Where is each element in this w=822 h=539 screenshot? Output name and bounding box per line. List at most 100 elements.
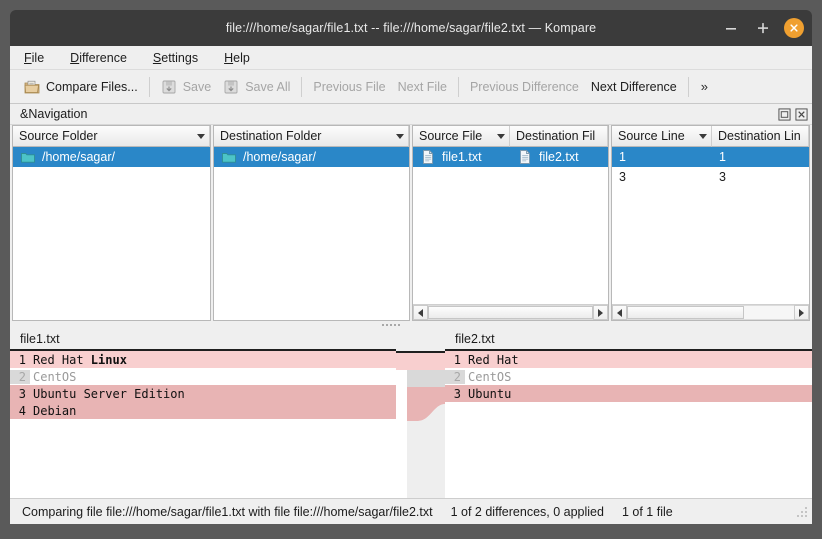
column-header-destination-file[interactable]: Destination Fil — [510, 126, 608, 147]
sort-descending-icon — [197, 133, 205, 139]
connector-band-change — [396, 353, 445, 370]
next-difference-button[interactable]: Next Difference — [585, 77, 683, 97]
previous-difference-label: Previous Difference — [469, 79, 579, 94]
previous-file-button[interactable]: Previous File — [307, 77, 391, 97]
arrow-left-icon — [418, 308, 423, 317]
close-button[interactable] — [784, 18, 804, 38]
grip-dot — [390, 324, 392, 326]
source-folder-cell: /home/sagar/ — [13, 149, 210, 165]
save-button[interactable]: Save — [155, 76, 218, 98]
next-file-button[interactable]: Next File — [392, 77, 453, 97]
navigation-title: &Navigation — [20, 107, 88, 121]
navigation-dock: &Navigation Source Folder /home/sagar/ D… — [10, 104, 812, 321]
toolbar-separator-3 — [457, 76, 459, 97]
status-bar: Comparing file file:///home/sagar/file1.… — [10, 498, 812, 524]
close-dock-button[interactable] — [794, 107, 808, 121]
arrow-right-icon — [799, 308, 804, 317]
line-text-highlight: Linux — [90, 352, 127, 367]
grip-dot — [394, 324, 396, 326]
menu-file-accel: F — [24, 50, 32, 65]
arrow-left-icon — [617, 308, 622, 317]
source-line-cell: 3 — [612, 170, 712, 184]
diff-pane-destination-body[interactable]: 1 Red Hat 2 CentOS 3 Ubuntu — [445, 351, 812, 513]
close-icon — [790, 24, 798, 32]
column-header-source-folder[interactable]: Source Folder — [13, 126, 210, 147]
menu-settings[interactable]: Settings — [153, 51, 198, 65]
source-line-value: 3 — [619, 170, 626, 184]
source-file-cell: file1.txt — [413, 149, 510, 165]
text-file-icon — [520, 150, 530, 164]
diff-line: 2 CentOS — [10, 368, 396, 385]
table-row[interactable]: 1 1 — [612, 147, 809, 167]
files-panel: Source File Destination Fil file1.txt fi… — [412, 125, 609, 321]
plus-icon — [758, 23, 768, 34]
line-text: CentOS — [468, 369, 512, 384]
scroll-right-button[interactable] — [794, 305, 809, 320]
maximize-button[interactable] — [752, 17, 774, 39]
scroll-trough[interactable] — [627, 305, 794, 320]
destination-folder-cell: /home/sagar/ — [214, 149, 409, 165]
close-panel-icon — [794, 107, 808, 121]
diff-line: 1 Red Hat Linux — [10, 351, 396, 368]
connector-band-unchanged-left — [396, 370, 407, 387]
scroll-thumb[interactable] — [627, 306, 744, 319]
grip-dot — [382, 324, 384, 326]
lines-horizontal-scrollbar[interactable] — [612, 304, 809, 320]
list-item[interactable]: /home/sagar/ — [13, 147, 210, 167]
column-header-destination-line[interactable]: Destination Lin — [712, 126, 809, 147]
previous-difference-button[interactable]: Previous Difference — [464, 77, 585, 97]
undock-button[interactable] — [777, 107, 791, 121]
folder-icon — [21, 153, 35, 163]
toolbar-separator-1 — [148, 76, 150, 97]
minimize-icon — [726, 28, 736, 30]
lines-list[interactable]: 1 1 3 3 — [612, 147, 809, 304]
source-folder-header-row: Source Folder — [13, 126, 210, 147]
menu-settings-label: ettings — [161, 50, 199, 65]
menu-help[interactable]: Help — [224, 51, 250, 65]
lines-panel: Source Line Destination Lin 1 1 3 3 — [611, 125, 810, 321]
compare-files-label: Compare Files... — [46, 79, 138, 94]
table-row[interactable]: file1.txt file2.txt — [413, 147, 608, 167]
connector-header-gap — [396, 329, 445, 351]
save-all-button[interactable]: Save All — [217, 76, 296, 98]
text-file-icon — [423, 150, 433, 164]
line-text: CentOS — [33, 369, 77, 384]
column-header-source-line[interactable]: Source Line — [612, 126, 712, 147]
menu-difference[interactable]: Difference — [70, 51, 127, 65]
scroll-left-button[interactable] — [612, 305, 627, 320]
destination-folder-header-row: Destination Folder — [214, 126, 409, 147]
menu-file[interactable]: File — [24, 51, 44, 65]
scroll-left-button[interactable] — [413, 305, 428, 320]
column-header-source-folder-label: Source Folder — [19, 129, 98, 143]
files-horizontal-scrollbar[interactable] — [413, 304, 608, 320]
connector-band-unchanged — [407, 370, 445, 387]
toolbar-overflow-button[interactable]: » — [694, 76, 715, 97]
compare-files-button[interactable]: Compare Files... — [18, 76, 144, 98]
source-line-cell: 1 — [612, 150, 712, 164]
scroll-trough[interactable] — [428, 305, 593, 320]
list-item[interactable]: /home/sagar/ — [214, 147, 409, 167]
table-row[interactable]: 3 3 — [612, 167, 809, 187]
title-bar: file:///home/sagar/file1.txt -- file:///… — [10, 10, 812, 46]
minimize-button[interactable] — [720, 17, 742, 39]
kompare-window: file:///home/sagar/file1.txt -- file:///… — [0, 0, 822, 539]
resize-grip-icon[interactable] — [795, 505, 809, 519]
menu-file-label: ile — [31, 50, 45, 65]
scroll-right-button[interactable] — [593, 305, 608, 320]
diff-pane-source-body[interactable]: 1 Red Hat Linux 2 CentOS 3 Ubuntu Server… — [10, 351, 396, 513]
scroll-thumb[interactable] — [428, 306, 593, 319]
next-file-label: Next File — [397, 79, 447, 94]
line-number: 4 — [18, 403, 26, 418]
column-header-destination-folder[interactable]: Destination Folder — [214, 126, 409, 147]
toolbar-separator-4 — [687, 76, 689, 97]
column-header-source-file[interactable]: Source File — [413, 126, 510, 147]
files-list[interactable]: file1.txt file2.txt — [413, 147, 608, 304]
line-number: 3 — [18, 386, 26, 401]
line-number: 1 — [453, 352, 461, 367]
line-text: Red Hat — [468, 352, 519, 367]
source-folder-list[interactable]: /home/sagar/ — [13, 147, 210, 320]
status-comparing: Comparing file file:///home/sagar/file1.… — [22, 504, 433, 519]
destination-folder-list[interactable]: /home/sagar/ — [214, 147, 409, 320]
column-header-source-file-label: Source File — [419, 129, 483, 143]
panel-splitter[interactable] — [10, 321, 812, 329]
